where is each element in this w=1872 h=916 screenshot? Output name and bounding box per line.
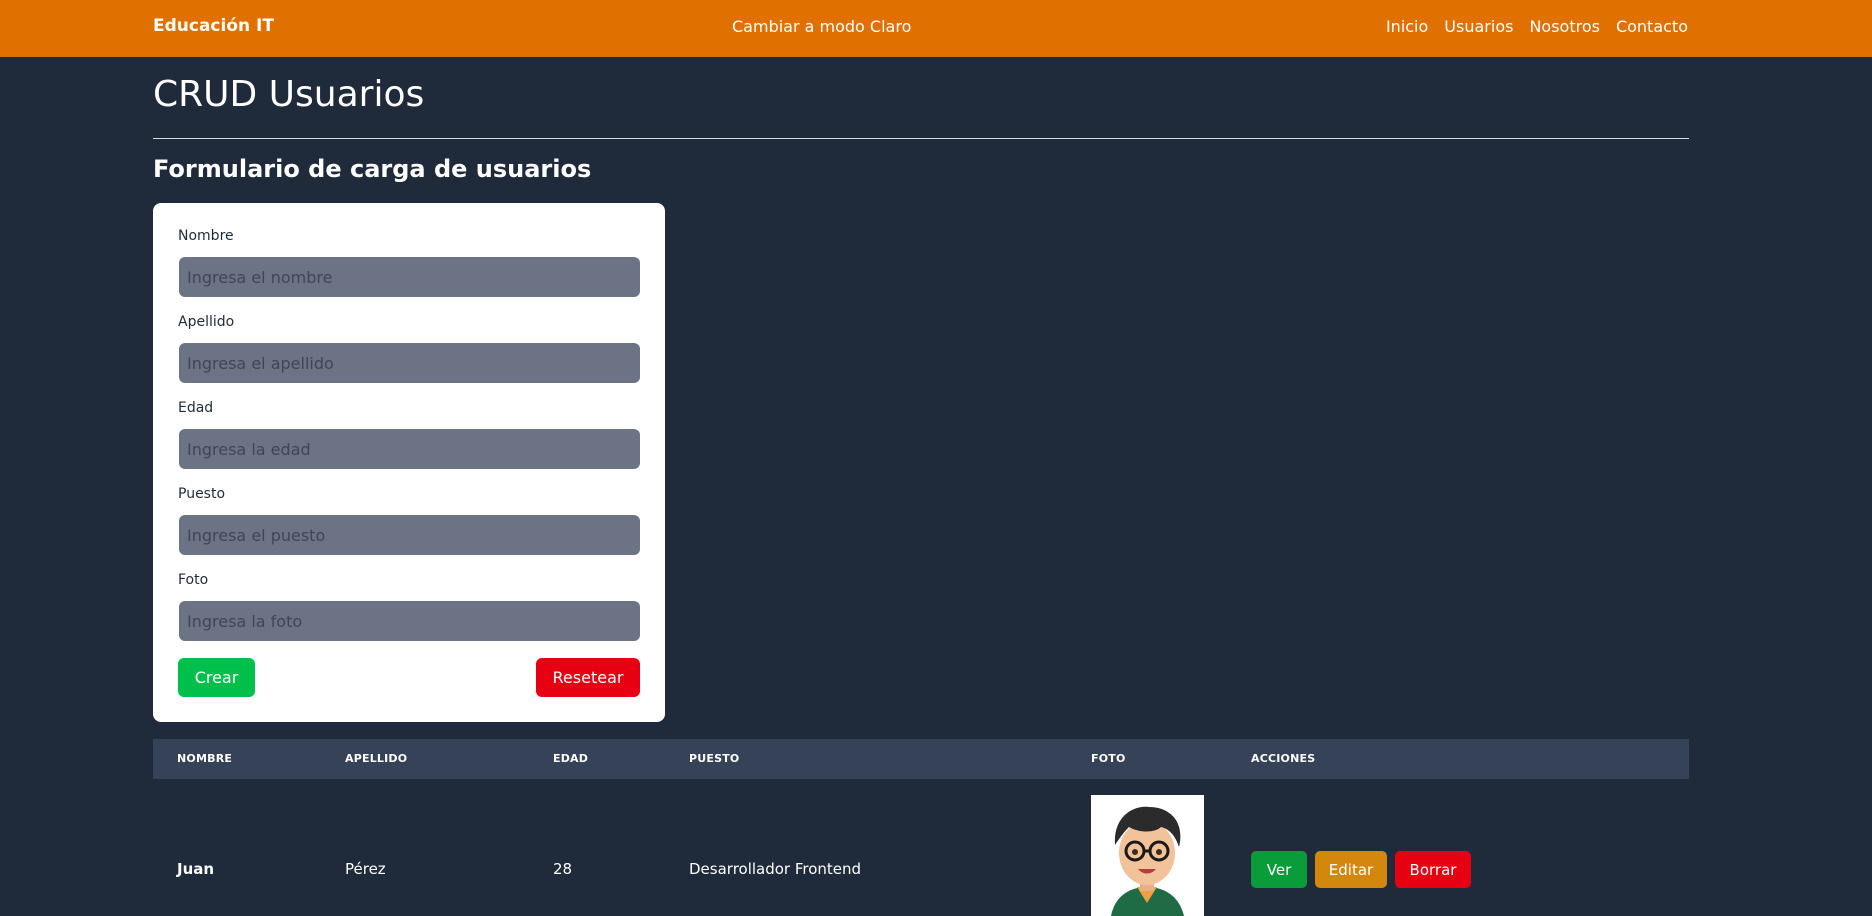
edad-input[interactable]: [179, 429, 640, 469]
edit-button[interactable]: Editar: [1315, 851, 1387, 888]
avatar-icon-svg: [1091, 795, 1204, 916]
cell-puesto: Desarrollador Frontend: [689, 860, 862, 878]
user-form: Nombre Apellido Edad Puesto Foto Crear R…: [153, 203, 665, 722]
header-edad: EDAD: [553, 752, 589, 765]
table-row: Juan Pérez 28 Desarrollador Frontend Ver…: [153, 779, 1689, 916]
header-foto: FOTO: [1091, 752, 1126, 765]
nombre-label: Nombre: [178, 228, 234, 244]
apellido-input[interactable]: [179, 343, 640, 383]
table-header: NOMBRE APELLIDO EDAD PUESTO FOTO ACCIONE…: [153, 739, 1689, 779]
form-title: Formulario de carga de usuarios: [153, 155, 592, 183]
reset-button[interactable]: Resetear: [536, 658, 640, 697]
view-button[interactable]: Ver: [1251, 851, 1307, 888]
cell-nombre: Juan: [177, 860, 215, 878]
header-apellido: APELLIDO: [345, 752, 408, 765]
header-acciones: ACCIONES: [1251, 752, 1316, 765]
brand-logo[interactable]: Educación IT: [153, 16, 274, 36]
nav-link-nosotros[interactable]: Nosotros: [1529, 17, 1600, 36]
theme-toggle-button[interactable]: Cambiar a modo Claro: [732, 17, 911, 36]
title-divider: [153, 138, 1689, 139]
puesto-label: Puesto: [178, 486, 226, 502]
foto-label: Foto: [178, 572, 209, 588]
apellido-label: Apellido: [178, 314, 235, 330]
foto-input[interactable]: [179, 601, 640, 641]
nav-links: Inicio Usuarios Nosotros Contacto: [1386, 17, 1688, 36]
page-title: CRUD Usuarios: [153, 74, 425, 115]
nombre-input[interactable]: [179, 257, 640, 297]
nav-link-inicio[interactable]: Inicio: [1386, 17, 1428, 36]
cell-edad: 28: [553, 860, 573, 878]
header-puesto: PUESTO: [689, 752, 740, 765]
avatar-icon: [1091, 795, 1204, 916]
edad-label: Edad: [178, 400, 214, 416]
header-nombre: NOMBRE: [177, 752, 233, 765]
puesto-input[interactable]: [179, 515, 640, 555]
nav-link-contacto[interactable]: Contacto: [1616, 17, 1688, 36]
create-button[interactable]: Crear: [178, 658, 255, 697]
delete-button[interactable]: Borrar: [1395, 851, 1471, 888]
top-navbar: Educación IT Cambiar a modo Claro Inicio…: [0, 0, 1872, 57]
cell-apellido: Pérez: [345, 860, 386, 878]
nav-link-usuarios[interactable]: Usuarios: [1444, 17, 1513, 36]
